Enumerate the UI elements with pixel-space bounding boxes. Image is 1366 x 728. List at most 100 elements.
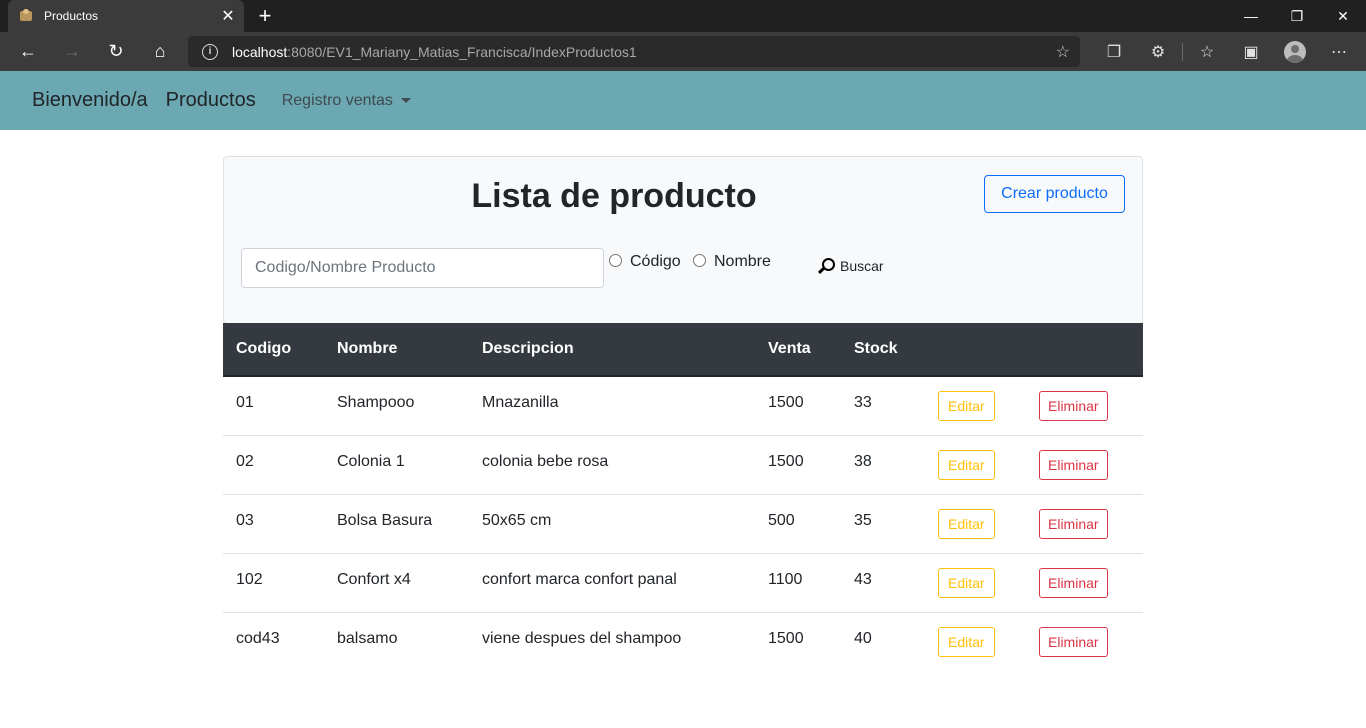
cell-delete: Eliminar (1026, 553, 1143, 613)
search-input[interactable] (241, 248, 604, 288)
cell-venta: 1500 (755, 376, 841, 436)
cell-descripcion: colonia bebe rosa (469, 435, 755, 495)
cell-codigo: 02 (223, 435, 324, 495)
header-delete (1026, 323, 1143, 377)
extensions-icon[interactable]: ⚙ (1136, 32, 1180, 71)
close-tab-icon[interactable]: ✕ (220, 6, 236, 26)
close-window-icon[interactable]: ✕ (1320, 0, 1366, 32)
cell-edit: Editar (925, 494, 1026, 554)
cell-venta: 1500 (768, 629, 804, 647)
cell-venta: 1500 (755, 435, 841, 495)
site-info-icon[interactable]: i (202, 43, 218, 60)
nav-dropdown-registro-ventas[interactable]: Registro ventas (282, 92, 411, 110)
header-stock: Stock (841, 323, 925, 377)
cell-edit: Editar (925, 435, 1026, 495)
back-icon[interactable]: ← (6, 32, 50, 71)
profile-button[interactable] (1273, 32, 1317, 71)
browser-actions: ❐ ⚙ ☆ ▣ ⋯ (1092, 32, 1361, 71)
cell-nombre: Bolsa Basura (324, 494, 469, 554)
dropdown-label: Registro ventas (281, 91, 393, 109)
table-row: cod43 balsamo viene despues del shampoo … (223, 612, 1143, 671)
edit-button[interactable]: Editar (938, 626, 995, 657)
forward-icon[interactable]: → (50, 32, 94, 71)
cell-codigo: 01 (223, 376, 324, 436)
table-row: 102 Confort x4 confort marca confort pan… (223, 553, 1143, 613)
new-tab-icon[interactable]: + (254, 3, 276, 29)
chevron-down-icon (400, 98, 411, 103)
tab-title: Productos (44, 9, 99, 23)
cell-codigo: 03 (223, 494, 324, 554)
cell-venta: 500 (755, 494, 841, 554)
radio-circle-icon (693, 253, 706, 267)
delete-button[interactable]: Eliminar (1039, 626, 1108, 657)
header-descripcion: Descripcion (469, 323, 755, 377)
favorites-icon[interactable]: ☆ (1185, 32, 1229, 71)
header-nombre: Nombre (324, 323, 469, 377)
edit-button[interactable]: Editar (938, 449, 995, 480)
cell-descripcion: 50x65 cm (469, 494, 755, 554)
cell-descripcion: viene despues del shampoo (482, 629, 682, 647)
delete-button[interactable]: Eliminar (1039, 567, 1108, 598)
nav-link-productos[interactable]: Productos (166, 89, 256, 112)
address-bar[interactable]: i localhost:8080/EV1_Mariany_Matias_Fran… (188, 36, 1080, 67)
radio-nombre[interactable]: Nombre (693, 253, 771, 271)
cell-delete: Eliminar (1026, 494, 1143, 554)
delete-button[interactable]: Eliminar (1039, 390, 1108, 421)
add-favorite-icon[interactable]: ☆ (1056, 42, 1070, 62)
site-navbar: Bienvenido/a Productos Registro ventas (0, 71, 1366, 130)
edit-button[interactable]: Editar (938, 390, 995, 421)
cell-delete: Eliminar (1026, 612, 1143, 671)
header-codigo: Codigo (223, 323, 324, 377)
page-title: Lista de producto (471, 177, 757, 215)
header-edit (925, 323, 1026, 377)
products-table: Codigo Nombre Descripcion Venta Stock 01… (223, 323, 1143, 671)
browser-toolbar: ← → ↻ ⌂ i localhost:8080/EV1_Mariany_Mat… (0, 32, 1366, 71)
minimize-icon[interactable]: — (1228, 0, 1274, 32)
url-host: localhost (232, 43, 288, 60)
radio-codigo[interactable]: Código (609, 253, 681, 271)
collections-icon[interactable]: ❐ (1092, 32, 1136, 71)
radio-nombre-label: Nombre (714, 253, 771, 270)
reload-icon[interactable]: ↻ (94, 32, 138, 71)
delete-button[interactable]: Eliminar (1039, 449, 1108, 480)
search-button-label: Buscar (840, 258, 884, 274)
more-options-icon[interactable]: ⋯ (1317, 32, 1361, 71)
product-list-card: Lista de producto Crear producto Código … (223, 156, 1143, 324)
edit-button[interactable]: Editar (938, 508, 995, 539)
cell-codigo: cod43 (236, 629, 280, 647)
create-product-button[interactable]: Crear producto (984, 175, 1125, 213)
cell-descripcion: confort marca confort panal (469, 553, 755, 613)
cell-stock: 35 (841, 494, 925, 554)
home-icon[interactable]: ⌂ (138, 32, 182, 71)
cell-nombre: Confort x4 (324, 553, 469, 613)
magnifier-icon (816, 256, 836, 276)
radio-codigo-label: Código (630, 253, 681, 270)
cell-edit: Editar (925, 612, 1026, 671)
cell-venta: 1100 (755, 553, 841, 613)
url-path: :8080/EV1_Mariany_Matias_Francisca/Index… (287, 43, 637, 60)
collections-add-icon[interactable]: ▣ (1229, 32, 1273, 71)
browser-tab-bar: Productos ✕ + — ❐ ✕ (0, 0, 1366, 32)
cell-stock: 33 (841, 376, 925, 436)
browser-tab[interactable]: Productos ✕ (8, 0, 244, 32)
cell-edit: Editar (925, 376, 1026, 436)
search-button[interactable]: Buscar (816, 256, 884, 276)
edit-button[interactable]: Editar (938, 567, 995, 598)
delete-button[interactable]: Eliminar (1039, 508, 1108, 539)
cell-stock: 43 (841, 553, 925, 613)
cell-nombre: Colonia 1 (324, 435, 469, 495)
table-header-row: Codigo Nombre Descripcion Venta Stock (223, 323, 1143, 377)
cell-stock: 38 (841, 435, 925, 495)
cell-codigo: 102 (223, 553, 324, 613)
cell-delete: Eliminar (1026, 435, 1143, 495)
table-row: 01 Shampooo Mnazanilla 1500 33 Editar El… (223, 376, 1143, 436)
cell-nombre: balsamo (337, 629, 398, 647)
site-favicon-icon (18, 8, 34, 24)
cell-nombre: Shampooo (324, 376, 469, 436)
cell-stock: 40 (854, 629, 872, 647)
toolbar-divider (1182, 42, 1183, 61)
restore-icon[interactable]: ❐ (1274, 0, 1320, 32)
avatar-icon (1284, 40, 1306, 63)
table-row: 03 Bolsa Basura 50x65 cm 500 35 Editar E… (223, 494, 1143, 554)
navbar-brand[interactable]: Bienvenido/a (32, 89, 148, 112)
